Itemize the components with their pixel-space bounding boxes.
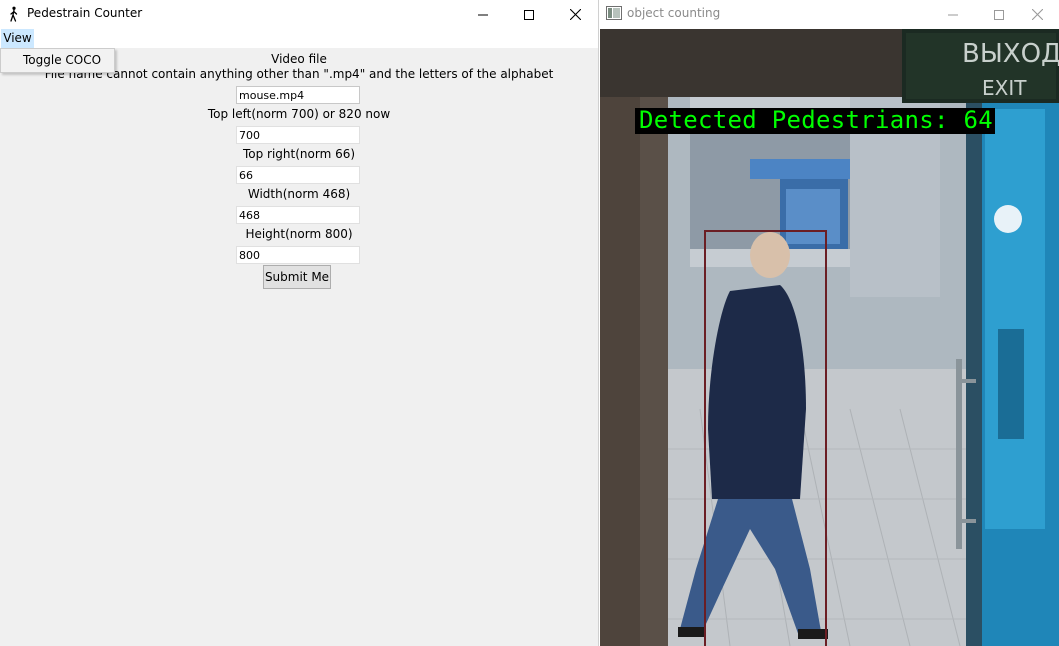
top-left-label: Top left(norm 700) or 820 now [207, 107, 391, 121]
exit-sign-top-text: ВЫХОД [962, 39, 1059, 69]
cv-title-bar[interactable]: object counting [599, 0, 1059, 29]
object-counting-window: object counting ВЫХОД EXIT Detected Pede… [598, 0, 1059, 646]
pedestrian-counter-window: Pedestrain Counter View Toggle COCO Vide… [0, 0, 598, 646]
window-app-icon [606, 6, 622, 20]
exit-sign-bottom-text: EXIT [982, 76, 1027, 100]
detected-pedestrians-count: Detected Pedestrians: 64 [639, 106, 993, 134]
pedestrian-bounding-box [704, 230, 827, 646]
minimize-button[interactable] [460, 0, 506, 29]
cv-window-title: object counting [627, 6, 721, 20]
menu-view[interactable]: View [1, 29, 34, 48]
close-button[interactable] [552, 0, 598, 29]
close-icon [1031, 9, 1043, 20]
window-title: Pedestrain Counter [27, 6, 143, 20]
height-input[interactable] [236, 246, 360, 264]
menu-bar [0, 29, 598, 48]
minimize-icon [478, 14, 488, 15]
filename-input[interactable] [236, 86, 360, 104]
maximize-icon [524, 9, 534, 20]
video-frame: ВЫХОД EXIT Detected Pedestrians: 64 [600, 29, 1059, 646]
title-bar[interactable]: Pedestrain Counter [0, 0, 598, 29]
submit-button[interactable]: Submit Me [263, 265, 331, 289]
height-label: Height(norm 800) [245, 227, 353, 241]
close-icon [569, 9, 581, 20]
top-right-label: Top right(norm 66) [242, 147, 356, 161]
maximize-button[interactable] [506, 0, 552, 29]
top-left-input[interactable] [236, 126, 360, 144]
minimize-icon [948, 14, 958, 15]
cv-close-button[interactable] [1014, 0, 1059, 29]
cv-minimize-button[interactable] [930, 0, 976, 29]
width-label: Width(norm 468) [247, 187, 351, 201]
maximize-icon [994, 9, 1004, 20]
view-dropdown-menu: Toggle COCO [0, 48, 115, 73]
menu-item-toggle-coco[interactable]: Toggle COCO [23, 53, 101, 67]
top-right-input[interactable] [236, 166, 360, 184]
pedestrian-icon [10, 6, 18, 22]
width-input[interactable] [236, 206, 360, 224]
